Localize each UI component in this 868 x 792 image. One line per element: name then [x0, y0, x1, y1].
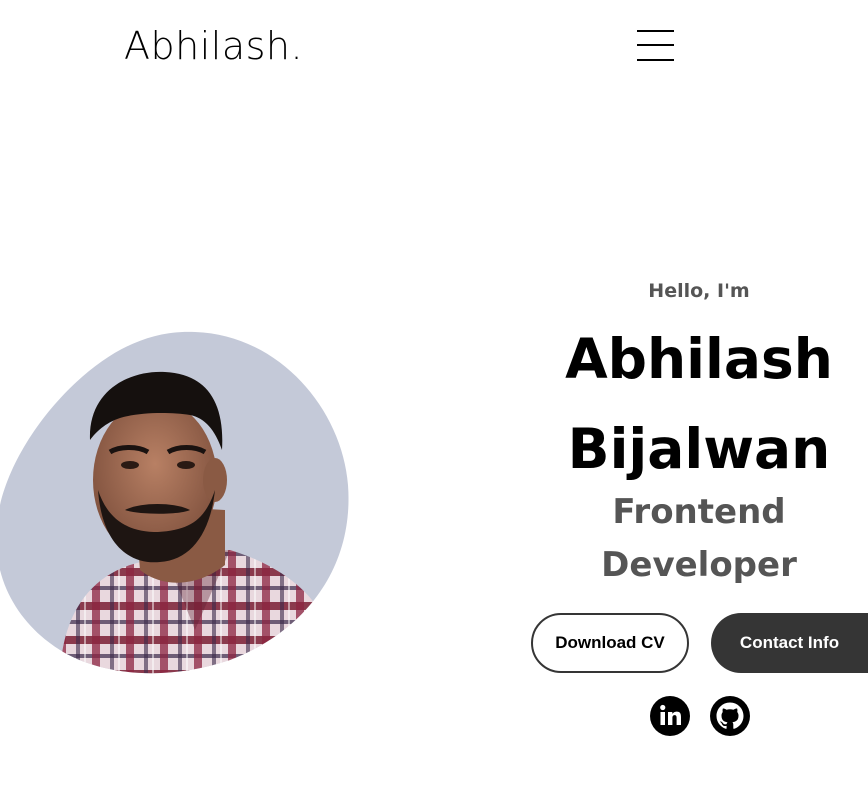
greeting-text: Hello, I'm	[648, 280, 750, 302]
role-line-2: Developer	[601, 545, 797, 585]
hero-name: Abhilash Bijalwan	[530, 314, 868, 494]
download-cv-button[interactable]: Download CV	[531, 613, 689, 673]
logo[interactable]: Abhilash.	[124, 22, 303, 70]
role-line-1: Frontend	[612, 492, 786, 532]
linkedin-icon[interactable]	[650, 696, 690, 736]
hamburger-line	[637, 44, 674, 46]
hero-role: Frontend Developer	[530, 486, 868, 592]
page: Abhilash. Hello, I'm Abhilash Bijalwan F…	[0, 0, 868, 792]
name-first: Abhilash	[565, 327, 833, 391]
hamburger-line	[637, 30, 674, 32]
name-last: Bijalwan	[567, 417, 831, 481]
contact-info-button[interactable]: Contact Info	[711, 613, 868, 673]
github-icon[interactable]	[710, 696, 750, 736]
hamburger-menu-icon[interactable]	[637, 30, 674, 62]
hamburger-line	[637, 59, 674, 61]
profile-picture	[0, 331, 349, 674]
